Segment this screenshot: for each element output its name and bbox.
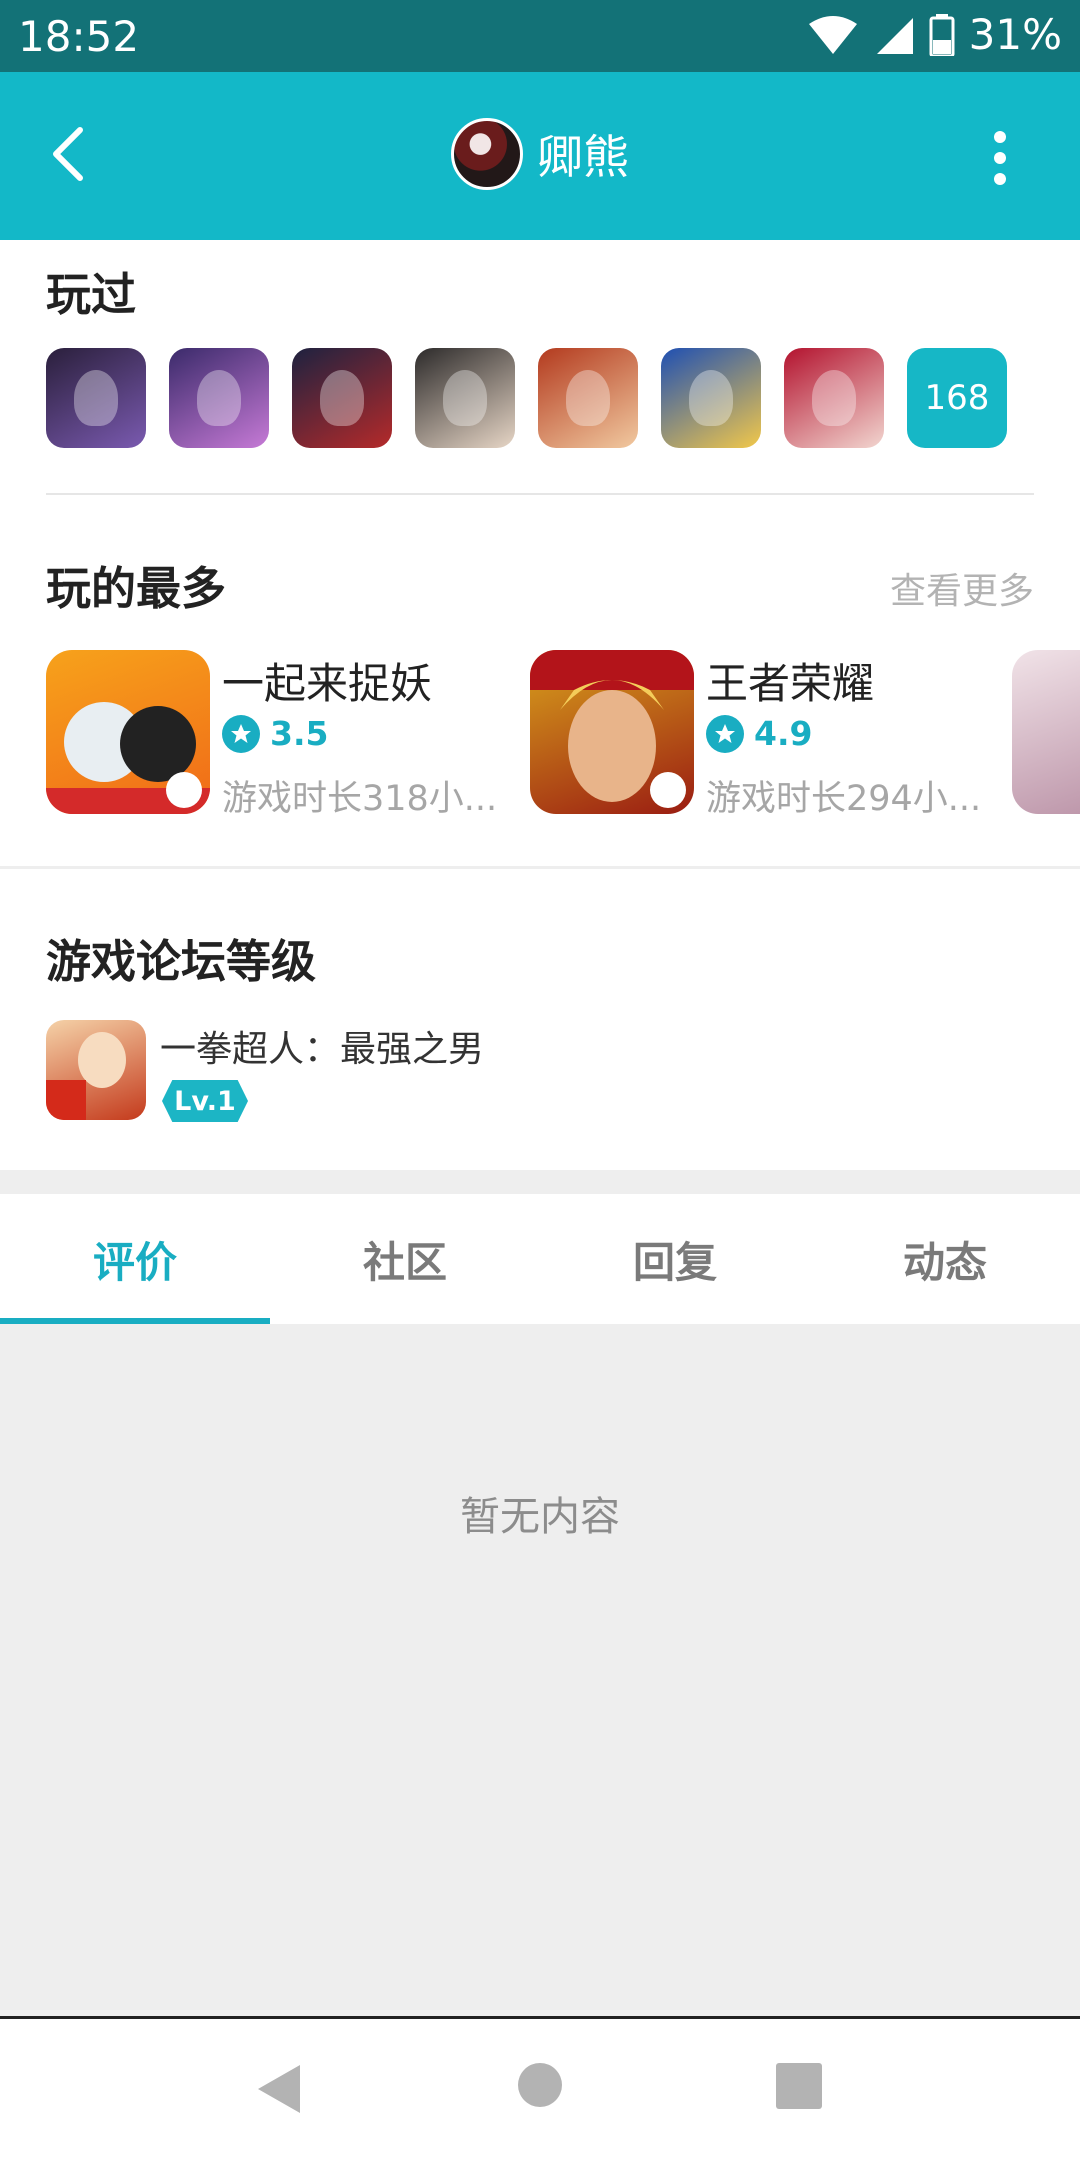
game-art [812,370,856,426]
most-played-item[interactable]: 王者荣耀 4.9 游戏时长294小... [530,650,1010,819]
profile-header: 卿熊 [0,118,1080,190]
played-games-row: 168 [46,348,1007,448]
game-art [566,370,610,426]
game-icon-one-punch-man [46,1020,146,1120]
played-game-icon[interactable] [538,348,638,448]
played-title: 玩过 [46,268,137,321]
game-art [689,370,733,426]
play-time: 游戏时长318小... [222,779,498,819]
played-game-icon[interactable] [46,348,146,448]
nav-back-icon[interactable] [254,2063,302,2115]
signal-icon [876,17,913,54]
tab-1[interactable]: 社区 [270,1194,540,1324]
more-options-icon[interactable] [990,130,1010,186]
divider [46,493,1034,495]
game-icon-partial [1012,650,1080,814]
game-art [197,370,241,426]
tab-2[interactable]: 回复 [540,1194,810,1324]
game-rating: 3.5 [222,714,328,753]
play-time: 游戏时长294小... [706,779,982,819]
battery-icon [929,13,955,56]
level-badge: Lv.1 [162,1080,248,1122]
game-name: 王者荣耀 [706,659,875,708]
wifi-icon [808,15,857,54]
see-more-link[interactable]: 查看更多 [890,562,1034,614]
tab-bar: 评价 社区 回复 动态 [0,1194,1080,1324]
game-rating: 4.9 [706,714,812,753]
forum-game-name: 一拳超人：最强之男 [160,1029,485,1070]
played-count-button[interactable]: 168 [907,348,1007,448]
forum-level-title: 游戏论坛等级 [46,935,317,988]
game-name: 一起来捉妖 [222,659,433,708]
divider [0,866,1080,869]
game-icon-catch-monster [46,650,210,814]
system-nav-bar [0,2016,1080,2160]
played-game-icon[interactable] [661,348,761,448]
page-title: 卿熊 [537,130,629,184]
played-game-icon[interactable] [169,348,269,448]
battery-percent: 31% [968,10,1062,59]
rating-value: 3.5 [270,714,329,753]
star-icon [706,714,744,753]
tab-content: 暂无内容 [0,1324,1080,2016]
status-bar: 18:52 31% [0,0,1080,72]
played-game-icon[interactable] [292,348,392,448]
status-icons: 31% [805,10,1062,59]
game-art [443,370,487,426]
avatar[interactable] [451,118,523,190]
most-played-item[interactable]: 一起来捉妖 3.5 游戏时长318小... [46,650,506,819]
star-icon [222,714,260,753]
game-art [74,370,118,426]
played-game-icon[interactable] [784,348,884,448]
nav-recents-icon[interactable] [776,2063,822,2109]
section-gap [0,1170,1080,1194]
game-icon-honor-of-kings [530,650,694,814]
app-bar: 卿熊 [0,72,1080,240]
most-played-item-partial[interactable] [1012,650,1080,814]
tab-0[interactable]: 评价 [0,1194,270,1324]
most-played-title: 玩的最多 [46,562,227,615]
status-time: 18:52 [18,12,140,61]
game-art [320,370,364,426]
tab-3[interactable]: 动态 [810,1194,1080,1324]
played-game-icon[interactable] [415,348,515,448]
nav-home-icon[interactable] [518,2063,562,2107]
rating-value: 4.9 [754,714,813,753]
empty-state-text: 暂无内容 [460,1494,620,1540]
